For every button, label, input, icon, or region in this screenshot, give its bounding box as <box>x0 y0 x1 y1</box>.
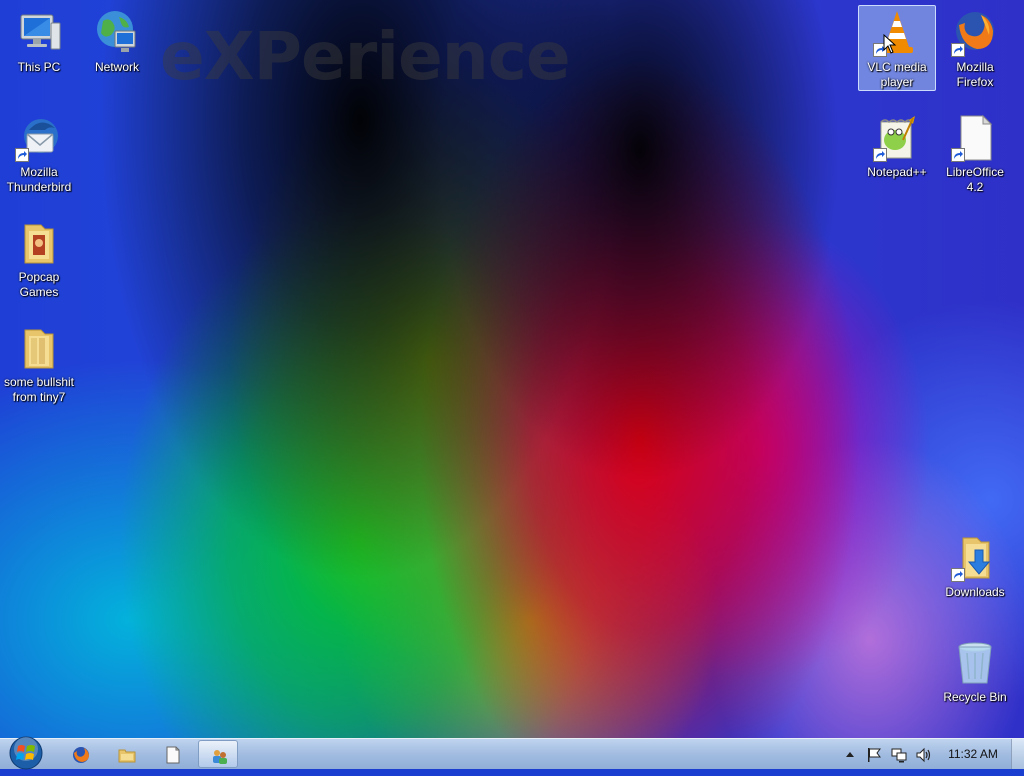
firefox-icon <box>73 747 89 763</box>
windows-orb-icon <box>9 736 43 770</box>
desktop-icon-mozilla-firefox[interactable]: Mozilla Firefox <box>936 5 1014 91</box>
wallpaper-watermark: eXPerience <box>160 18 571 95</box>
desktop-icon-label: Network <box>94 60 139 74</box>
desktop-icon-label: Mozilla Thunderbird <box>6 165 72 194</box>
desktop-icon-notepad-plus-plus[interactable]: Notepad++ <box>858 110 936 196</box>
desktop-icon-label: Downloads <box>945 585 1005 599</box>
shortcut-arrow-icon <box>951 568 965 582</box>
desktop-icon-label: VLC media player <box>867 60 927 89</box>
desktop-icon-vlc-media-player[interactable]: VLC media player <box>858 5 936 91</box>
mouse-cursor-icon <box>883 34 897 54</box>
desktop-icon-label: Mozilla Firefox <box>956 60 994 89</box>
desktop-icon-label: This PC <box>17 60 61 74</box>
explorer-icon <box>118 749 136 763</box>
desktop[interactable]: eXPerience This PC Network Mozilla Thund… <box>0 0 1024 738</box>
shortcut-arrow-icon <box>951 148 965 162</box>
show-hidden-icons[interactable] <box>845 750 855 758</box>
taskbar-explorer-button[interactable] <box>106 740 146 768</box>
taskbar-document-button[interactable] <box>152 740 192 768</box>
document-icon <box>166 746 180 764</box>
shortcut-arrow-icon <box>951 43 965 57</box>
volume-icon[interactable] <box>915 747 931 763</box>
network-icon <box>97 11 136 52</box>
desktop-icon-network[interactable]: Network <box>78 5 156 91</box>
desktop-icon-mozilla-thunderbird[interactable]: Mozilla Thunderbird <box>0 110 78 196</box>
taskbar-clock[interactable]: 11:32 AM <box>940 739 1006 769</box>
desktop-icon-popcap-games[interactable]: Popcap Games <box>0 215 78 301</box>
control-panel-icon <box>213 750 227 764</box>
shortcut-arrow-icon <box>15 148 29 162</box>
desktop-icon-this-pc[interactable]: This PC <box>0 5 78 91</box>
desktop-icon-label: Recycle Bin <box>943 690 1007 704</box>
action-center-flag-icon[interactable] <box>866 747 882 763</box>
desktop-icon-label: LibreOffice 4.2 <box>946 165 1004 194</box>
computer-icon <box>20 14 61 50</box>
desktop-icon-recycle-bin[interactable]: Recycle Bin <box>936 635 1014 721</box>
network-icon[interactable] <box>891 747 907 763</box>
recycle-bin-icon <box>958 642 992 684</box>
folder-icon <box>24 224 54 264</box>
desktop-icon-downloads[interactable]: Downloads <box>936 530 1014 616</box>
taskbar-firefox-button[interactable] <box>60 740 100 768</box>
desktop-icon-libreoffice[interactable]: LibreOffice 4.2 <box>936 110 1014 196</box>
taskbar-control-panel-button[interactable] <box>198 740 238 768</box>
folder-icon <box>24 329 54 369</box>
shortcut-arrow-icon <box>873 148 887 162</box>
desktop-icon-label: some bullshit from tiny7 <box>3 375 75 404</box>
show-desktop-button[interactable] <box>1011 739 1024 769</box>
start-button[interactable] <box>8 735 44 771</box>
taskbar: 11:32 AM <box>0 735 1024 771</box>
desktop-icon-tiny7-folder[interactable]: some bullshit from tiny7 <box>0 320 78 406</box>
desktop-icon-label: Popcap Games <box>18 270 60 299</box>
desktop-icon-label: Notepad++ <box>867 165 927 179</box>
